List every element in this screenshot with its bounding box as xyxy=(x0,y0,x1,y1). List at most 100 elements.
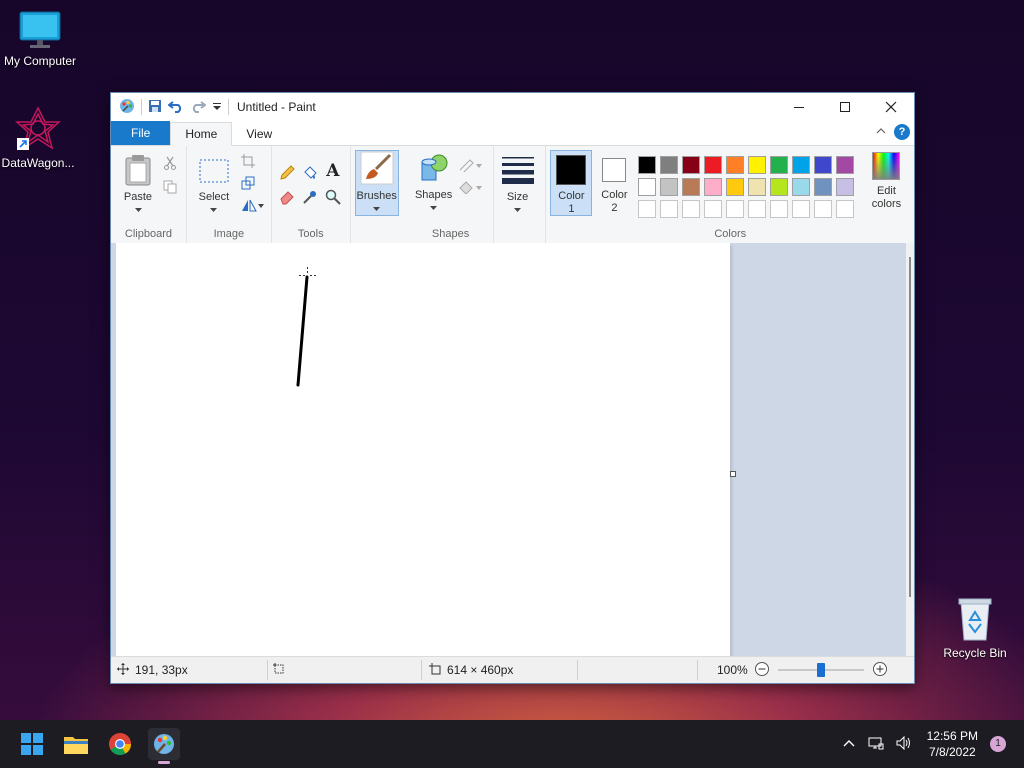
color1-button[interactable]: Color 1 xyxy=(550,150,593,216)
paint-icon xyxy=(154,734,174,754)
paste-icon xyxy=(125,155,151,186)
colors-group: Color 1 Color 2 Edit colors Colors xyxy=(546,146,914,244)
palette-swatch[interactable] xyxy=(726,156,745,174)
help-icon[interactable]: ? xyxy=(894,124,910,140)
drawing-canvas[interactable] xyxy=(116,243,730,656)
palette-swatch[interactable] xyxy=(704,156,723,174)
notification-badge[interactable]: 1 xyxy=(990,736,1006,752)
scroll-thumb[interactable] xyxy=(909,257,911,597)
zoom-thumb[interactable] xyxy=(816,663,825,677)
zoom-level: 100% xyxy=(717,663,748,677)
edit-colors-button[interactable]: Edit colors xyxy=(864,150,908,211)
custom-color-slot[interactable] xyxy=(704,200,723,218)
palette-swatch[interactable] xyxy=(792,178,811,196)
fill-style-icon[interactable] xyxy=(457,178,483,196)
ribbon: Paste Clipboard Select Image A Tools Bru… xyxy=(111,146,914,245)
palette-swatch[interactable] xyxy=(682,178,701,196)
palette-swatch[interactable] xyxy=(660,156,679,174)
network-icon[interactable] xyxy=(868,736,884,753)
custom-color-slot[interactable] xyxy=(814,200,833,218)
image-group: Select Image xyxy=(187,146,272,244)
custom-color-slot[interactable] xyxy=(748,200,767,218)
file-explorer-button[interactable] xyxy=(60,728,92,760)
palette-swatch[interactable] xyxy=(638,156,657,174)
brushes-button[interactable]: Brushes xyxy=(354,150,399,216)
minimize-button[interactable] xyxy=(776,93,822,121)
system-tray xyxy=(842,720,912,768)
fill-icon[interactable] xyxy=(301,164,319,182)
custom-color-slot[interactable] xyxy=(726,200,745,218)
rotate-icon[interactable] xyxy=(239,196,265,214)
outline-icon[interactable] xyxy=(457,156,483,174)
paste-button[interactable]: Paste xyxy=(119,154,157,216)
volume-icon[interactable] xyxy=(896,735,912,753)
crop-icon[interactable] xyxy=(239,152,257,170)
size-button[interactable]: Size xyxy=(500,156,536,216)
palette-swatch[interactable] xyxy=(682,156,701,174)
custom-color-slot[interactable] xyxy=(682,200,701,218)
select-button[interactable]: Select xyxy=(195,154,233,216)
start-button[interactable] xyxy=(16,728,48,760)
desktop-icon-my-computer[interactable]: My Computer xyxy=(0,10,80,68)
palette-swatch[interactable] xyxy=(814,156,833,174)
color-picker-icon[interactable] xyxy=(301,188,319,206)
shapes-button[interactable]: Shapes xyxy=(415,152,453,214)
shapes-group: Shapes Shapes xyxy=(409,146,494,244)
cut-icon[interactable] xyxy=(161,154,179,172)
palette-swatch[interactable] xyxy=(814,178,833,196)
desktop-icon-recycle-bin[interactable]: Recycle Bin xyxy=(935,596,1015,660)
paint-app-icon[interactable] xyxy=(119,98,135,117)
save-icon[interactable] xyxy=(148,99,162,116)
paint-taskbar-button[interactable] xyxy=(148,728,180,764)
maximize-button[interactable] xyxy=(822,93,868,121)
zoom-slider[interactable] xyxy=(776,662,866,678)
palette-swatch[interactable] xyxy=(770,178,789,196)
custom-color-slot[interactable] xyxy=(836,200,855,218)
canvas-size-icon xyxy=(429,662,441,678)
brush-icon xyxy=(360,151,394,185)
color2-button[interactable]: Color 2 xyxy=(594,150,634,214)
palette-swatch[interactable] xyxy=(638,178,657,196)
text-icon[interactable]: A xyxy=(324,161,342,181)
copy-icon[interactable] xyxy=(161,178,179,196)
close-button[interactable] xyxy=(868,93,914,121)
canvas-resize-handle-right[interactable] xyxy=(730,471,736,477)
chrome-icon xyxy=(109,733,131,755)
palette-swatch[interactable] xyxy=(704,178,723,196)
tab-file[interactable]: File xyxy=(111,121,171,145)
palette-swatch[interactable] xyxy=(770,156,789,174)
palette-swatch[interactable] xyxy=(748,178,767,196)
pencil-icon[interactable] xyxy=(278,164,296,182)
palette-swatch[interactable] xyxy=(660,178,679,196)
desktop-icon-label: My Computer xyxy=(3,54,77,68)
color2-label-line2: 2 xyxy=(611,202,618,214)
custom-color-slot[interactable] xyxy=(770,200,789,218)
chevron-up-icon[interactable] xyxy=(842,737,856,751)
tab-home[interactable]: Home xyxy=(170,122,233,146)
chrome-button[interactable] xyxy=(104,728,136,760)
color2-swatch xyxy=(602,158,627,182)
palette-swatch[interactable] xyxy=(792,156,811,174)
palette-swatch[interactable] xyxy=(748,156,767,174)
clock[interactable]: 12:56 PM 7/8/2022 xyxy=(927,728,978,760)
desktop-icon-datawagon[interactable]: DataWagon... xyxy=(0,106,78,170)
custom-color-slot[interactable] xyxy=(660,200,679,218)
custom-color-slot[interactable] xyxy=(638,200,657,218)
customize-qat-icon[interactable] xyxy=(212,100,222,114)
canvas-area[interactable] xyxy=(111,243,906,656)
eraser-icon[interactable] xyxy=(278,188,296,206)
tab-view[interactable]: View xyxy=(232,123,286,145)
minimize-ribbon-icon[interactable] xyxy=(876,125,886,139)
palette-swatch[interactable] xyxy=(726,178,745,196)
chevron-down-icon xyxy=(430,206,438,210)
redo-icon[interactable] xyxy=(190,99,207,116)
vertical-scrollbar[interactable] xyxy=(906,243,914,656)
palette-swatch[interactable] xyxy=(836,178,855,196)
zoom-in-button[interactable] xyxy=(872,661,888,680)
palette-swatch[interactable] xyxy=(836,156,855,174)
custom-color-slot[interactable] xyxy=(792,200,811,218)
zoom-out-button[interactable] xyxy=(754,661,770,680)
resize-icon[interactable] xyxy=(239,174,257,192)
undo-icon[interactable] xyxy=(167,99,184,116)
magnifier-icon[interactable] xyxy=(324,188,342,206)
